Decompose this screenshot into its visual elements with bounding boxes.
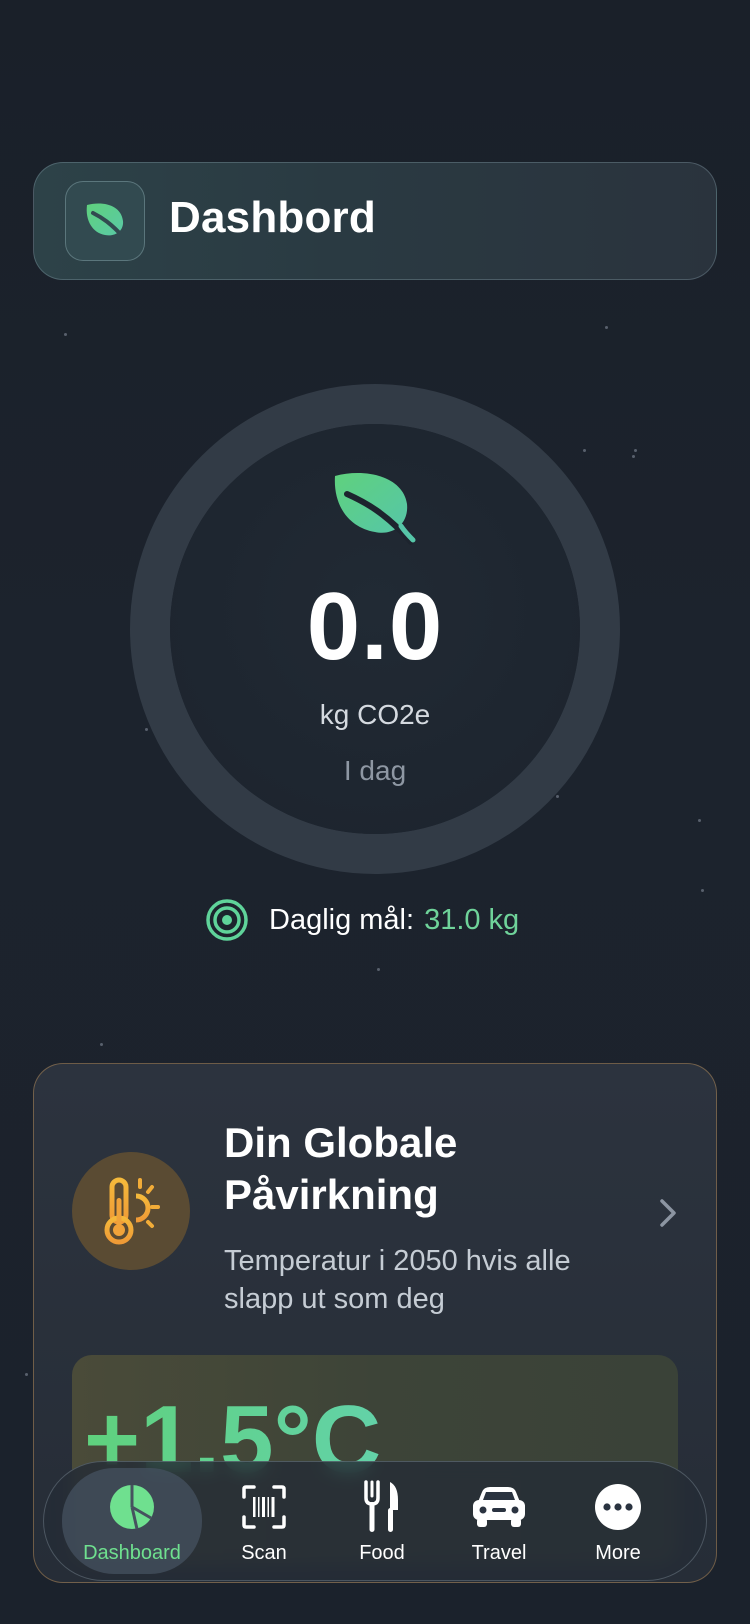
chevron-right-icon[interactable] bbox=[658, 1197, 678, 1229]
car-icon bbox=[473, 1487, 525, 1527]
co2-unit: kg CO2e bbox=[319, 699, 431, 730]
more-dots-icon bbox=[595, 1484, 641, 1530]
tab-dashboard-label: Dashboard bbox=[83, 1542, 181, 1564]
impact-card-subtitle: Temperatur i 2050 hvis alle slapp ut som… bbox=[224, 1245, 571, 1315]
co2-value: 0.0 bbox=[306, 573, 444, 680]
tab-more[interactable]: More bbox=[548, 1468, 688, 1574]
tab-dashboard[interactable]: Dashboard bbox=[62, 1468, 202, 1574]
target-icon bbox=[206, 899, 248, 941]
leaf-icon bbox=[334, 473, 416, 545]
impact-card-title: Din Globale Påvirkning bbox=[224, 1119, 458, 1218]
page-header: Dashbord bbox=[33, 162, 717, 280]
co2-period: I dag bbox=[343, 755, 407, 786]
leaf-icon bbox=[86, 203, 127, 241]
fork-knife-icon bbox=[364, 1480, 398, 1532]
pie-chart-icon bbox=[110, 1485, 154, 1530]
barcode-scan-icon bbox=[242, 1485, 286, 1529]
tab-more-label: More bbox=[595, 1542, 641, 1564]
daily-goal-value: 31.0 kg bbox=[424, 903, 520, 936]
daily-goal: Daglig mål: 31.0 kg bbox=[205, 895, 519, 945]
page-title: Dashbord bbox=[169, 193, 376, 242]
daily-goal-label: Daglig mål: bbox=[269, 903, 415, 936]
tab-scan-label: Scan bbox=[241, 1542, 287, 1564]
temperature-icon-badge bbox=[72, 1152, 190, 1270]
tab-food-label: Food bbox=[359, 1542, 405, 1564]
app-logo bbox=[65, 181, 145, 261]
tab-travel-label: Travel bbox=[471, 1542, 527, 1564]
bottom-tab-bar: Dashboard Scan Food Travel More bbox=[43, 1461, 707, 1581]
thermometer-sun-icon bbox=[104, 1177, 160, 1245]
